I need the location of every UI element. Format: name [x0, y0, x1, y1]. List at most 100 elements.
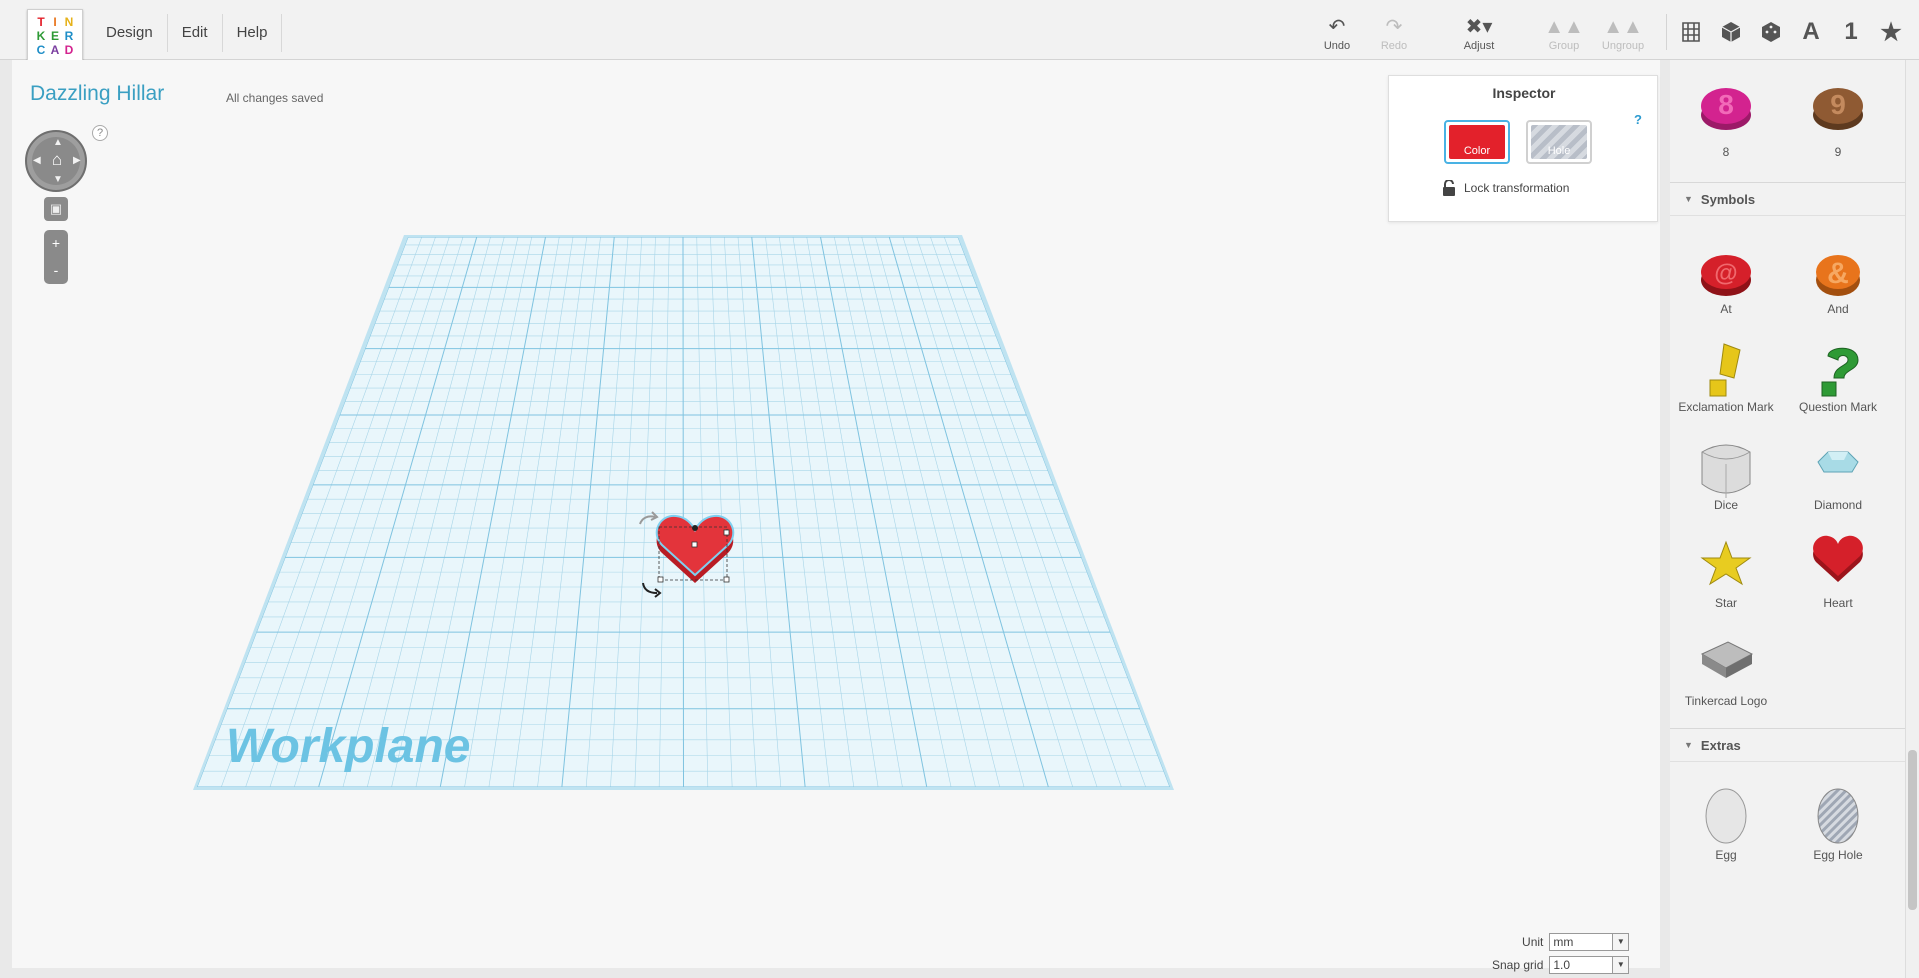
ungroup-button[interactable]: ▲▲ Ungroup [1593, 16, 1653, 52]
redo-icon: ↷ [1385, 16, 1403, 38]
navigation-help-icon[interactable]: ? [92, 125, 108, 141]
shape-star[interactable]: Star [1670, 524, 1782, 622]
shape-name: Egg [1715, 848, 1737, 862]
zoom-out-button[interactable]: - [44, 257, 68, 284]
at-symbol-shape-icon: @ [1701, 255, 1751, 296]
group-icon: ▲▲ [1544, 16, 1584, 38]
egg-hole-shape-icon [1817, 788, 1859, 844]
heart-shape-icon [1813, 535, 1863, 582]
shape-at[interactable]: @ At [1670, 230, 1782, 328]
egg-shape-icon [1705, 788, 1747, 844]
adjust-icon: ✖▾ [1465, 16, 1493, 38]
shape-and[interactable]: & And [1782, 230, 1894, 328]
adjust-button[interactable]: ✖▾ Adjust [1449, 16, 1509, 52]
shape-exclamation-mark[interactable]: Exclamation Mark [1670, 328, 1782, 426]
inspector-help-icon[interactable]: ? [1634, 112, 1642, 127]
shape-name: 8 [1722, 145, 1730, 159]
dice-shapes-icon[interactable] [1758, 18, 1784, 46]
ungroup-label: Ungroup [1601, 40, 1645, 52]
redo-button[interactable]: ↷ Redo [1364, 16, 1424, 52]
shape-name: Tinkercad Logo [1684, 694, 1768, 708]
snap-grid-label: Snap grid [1492, 957, 1544, 972]
zoom-control: + - [44, 230, 68, 284]
ampersand-shape-icon: & [1816, 255, 1860, 296]
shape-9[interactable]: 9 9 [1782, 60, 1894, 180]
orbit-right-icon[interactable]: ▶ [73, 155, 81, 166]
svg-text:@: @ [1714, 260, 1737, 287]
logo-letter: R [64, 29, 74, 43]
grid-line [682, 237, 684, 787]
design-canvas[interactable]: Workplane Dazzling Hillar All changes sa… [12, 60, 1660, 974]
ungroup-icon: ▲▲ [1603, 16, 1643, 38]
dice-shape-icon [1701, 444, 1751, 498]
color-swatch[interactable]: Color [1444, 120, 1510, 164]
shapes-sidebar: 8 8 9 9 ▼ Symbols @ At & And Exclamation… [1670, 60, 1905, 978]
logo-letter: D [64, 43, 74, 57]
shape-name: Diamond [1813, 498, 1863, 512]
exclamation-shape-icon [1709, 343, 1741, 397]
shape-name: Egg Hole [1813, 848, 1863, 862]
undo-icon: ↶ [1328, 16, 1346, 38]
shape-egg-hole[interactable]: Egg Hole [1782, 774, 1894, 894]
logo-letter: T [37, 15, 45, 29]
orbit-down-icon[interactable]: ▼ [53, 174, 63, 185]
group-button[interactable]: ▲▲ Group [1534, 16, 1594, 52]
shape-8[interactable]: 8 8 [1670, 60, 1782, 180]
shape-heart[interactable]: Heart [1782, 524, 1894, 622]
menu-design[interactable]: Design [92, 14, 168, 52]
shape-tinkercad-logo[interactable]: Tinkercad Logo [1670, 622, 1782, 720]
unlock-icon [1443, 180, 1455, 196]
document-title[interactable]: Dazzling Hillar [30, 82, 164, 106]
star-icon[interactable]: ★ [1878, 18, 1904, 46]
top-bar: T I N K E R C A D Design Edit Help ↶ Und… [0, 0, 1919, 63]
extras-grid: Egg Egg Hole [1670, 762, 1905, 894]
shape-dice[interactable]: Dice [1670, 426, 1782, 524]
letters-icon[interactable]: A [1798, 18, 1824, 46]
snap-grid-select[interactable]: 1.0 ▼ [1549, 955, 1630, 974]
basic-shapes-icon[interactable] [1718, 18, 1744, 46]
orbit-left-icon[interactable]: ◀ [33, 155, 41, 166]
diamond-shape-icon [1817, 451, 1859, 473]
symbols-section-header[interactable]: ▼ Symbols [1670, 182, 1905, 216]
toolbar-divider [1666, 14, 1667, 50]
svg-text:8: 8 [1718, 89, 1734, 120]
shape-name: Heart [1823, 596, 1853, 610]
grid-view-icon[interactable] [1678, 18, 1704, 46]
logo-letter: A [50, 43, 60, 57]
numbers-icon[interactable]: 1 [1838, 18, 1864, 46]
unit-select[interactable]: mm ▼ [1549, 932, 1630, 951]
logo-letter: I [53, 15, 57, 29]
adjust-label: Adjust [1463, 40, 1495, 52]
shape-question-mark[interactable]: Question Mark [1782, 328, 1894, 426]
home-view-icon[interactable]: ⌂ [47, 150, 67, 170]
extras-section-header[interactable]: ▼ Extras [1670, 728, 1905, 762]
snap-grid-value: 1.0 [1553, 957, 1571, 972]
menu-edit[interactable]: Edit [168, 14, 223, 52]
section-title: Extras [1700, 737, 1741, 753]
undo-button[interactable]: ↶ Undo [1307, 16, 1367, 52]
shape-egg[interactable]: Egg [1670, 774, 1782, 894]
color-swatch-fill: Color [1449, 125, 1505, 159]
lock-transformation[interactable]: Lock transformation [1442, 180, 1569, 196]
scrollbar-thumb[interactable] [1908, 750, 1917, 910]
fit-view-icon[interactable]: ▣ [44, 197, 68, 221]
logo-letter: K [36, 29, 46, 43]
menu-help[interactable]: Help [223, 14, 283, 52]
orbit-up-icon[interactable]: ▲ [53, 137, 63, 148]
workplane-label: Workplane [226, 720, 471, 773]
zoom-in-button[interactable]: + [44, 230, 68, 257]
sidebar-scrollbar[interactable] [1905, 60, 1919, 978]
chevron-down-icon: ▼ [1612, 956, 1629, 973]
hole-swatch[interactable]: Hole [1526, 120, 1592, 164]
inspector-title: Inspector [1492, 85, 1556, 101]
symbols-grid: @ At & And Exclamation Mark Question Mar… [1670, 216, 1905, 720]
view-orbit-control[interactable]: ▲ ▼ ◀ ▶ ⌂ [25, 130, 87, 192]
shape-diamond[interactable]: Diamond [1782, 426, 1894, 524]
shape-name: Question Mark [1798, 400, 1878, 414]
unit-label: Unit [1522, 934, 1544, 949]
unit-controls: Unit mm ▼ Snap grid 1.0 ▼ [1492, 930, 1630, 976]
hole-label: Hole [1547, 145, 1571, 157]
tinkercad-logo[interactable]: T I N K E R C A D [27, 9, 83, 63]
star-shape-icon [1700, 540, 1752, 586]
collapse-triangle-icon: ▼ [1684, 194, 1693, 204]
